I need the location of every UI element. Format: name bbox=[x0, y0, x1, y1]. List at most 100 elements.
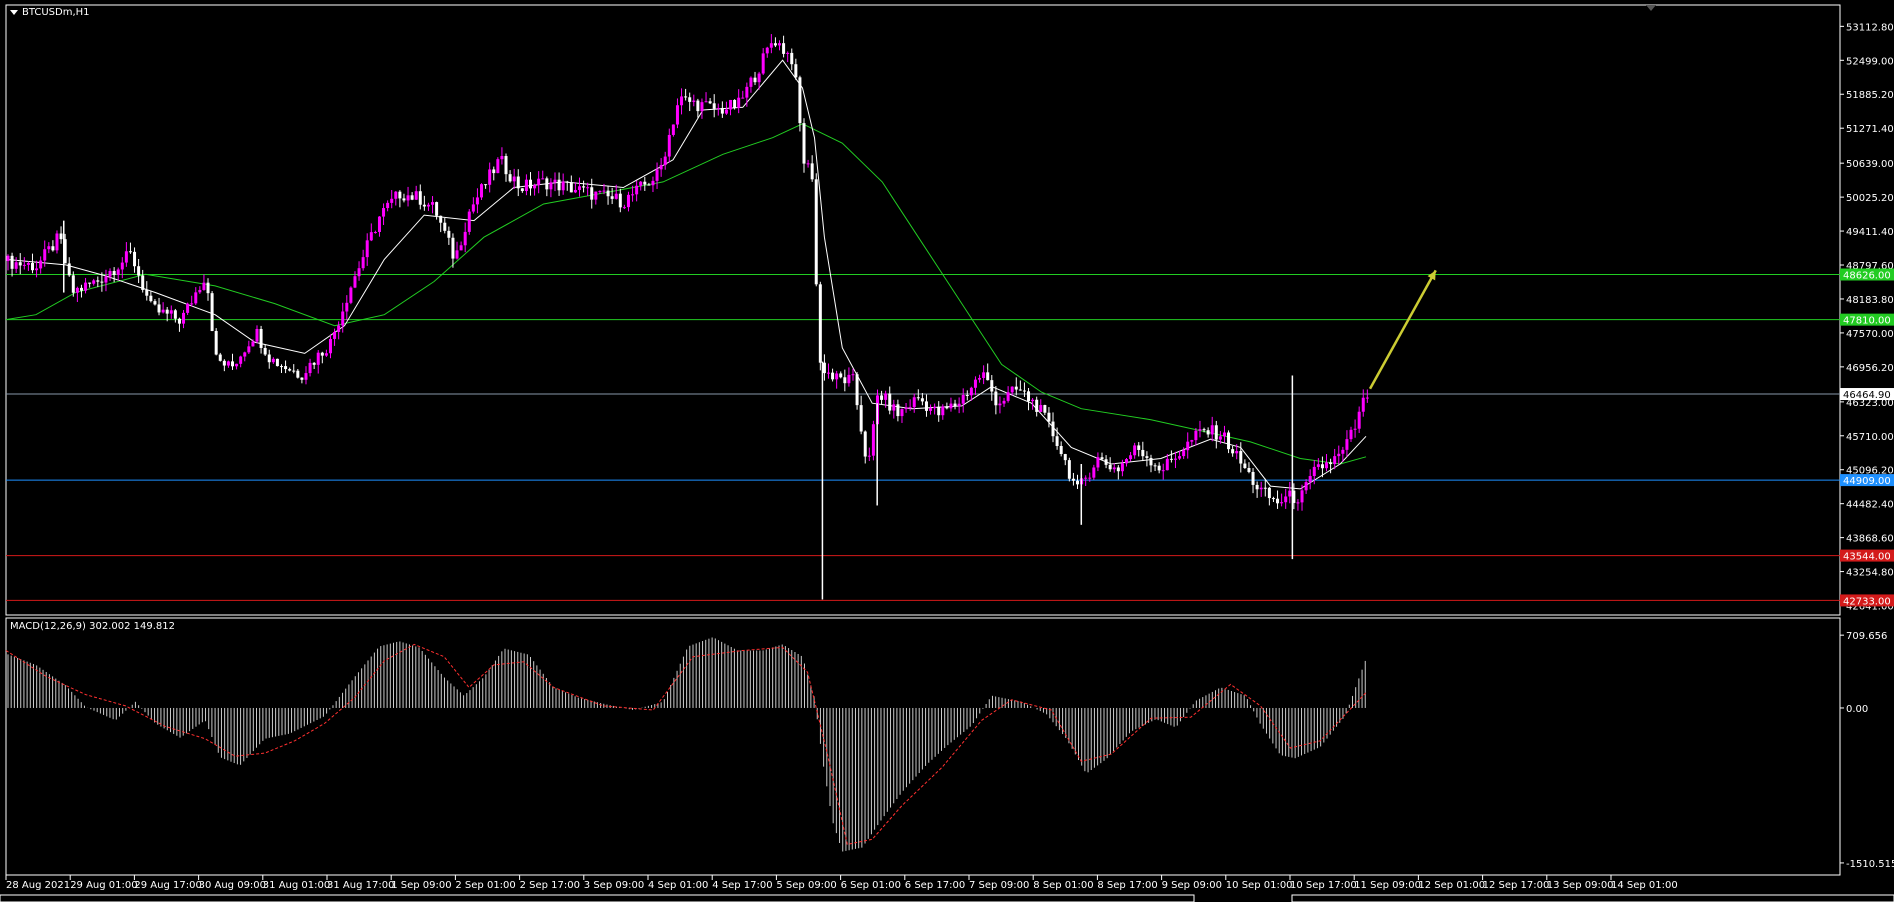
candle-body bbox=[508, 174, 512, 182]
candle-body bbox=[1010, 386, 1014, 393]
candle-body bbox=[275, 358, 279, 367]
candle-body bbox=[1071, 478, 1075, 481]
candle-body bbox=[398, 191, 402, 199]
candle-body bbox=[386, 202, 390, 209]
candle-body bbox=[463, 231, 467, 246]
candle-body bbox=[990, 380, 994, 392]
candle-body bbox=[496, 159, 500, 174]
candle-body bbox=[426, 204, 430, 207]
candle-body bbox=[247, 346, 251, 353]
candle-body bbox=[1022, 390, 1026, 392]
candle-body bbox=[1129, 455, 1133, 460]
candle-body bbox=[904, 407, 908, 410]
candle-body bbox=[569, 182, 573, 193]
candle-body bbox=[529, 179, 533, 189]
candle-body bbox=[161, 309, 165, 313]
candle-body bbox=[1288, 490, 1292, 497]
candle-body bbox=[1308, 476, 1312, 483]
candle-body bbox=[1227, 432, 1231, 450]
candle-body bbox=[406, 195, 410, 201]
candle-body bbox=[806, 163, 810, 165]
candle-body bbox=[512, 176, 516, 182]
candle-body bbox=[998, 403, 1002, 406]
candle-body bbox=[1055, 436, 1059, 446]
level-label: 48626.00 bbox=[1843, 271, 1891, 282]
time-tick-label: 10 Sep 01:00 bbox=[1226, 880, 1293, 891]
price-tick-label: 51885.20 bbox=[1846, 90, 1894, 101]
candle-body bbox=[749, 77, 753, 87]
candle-body bbox=[500, 156, 504, 160]
candle-body bbox=[667, 134, 671, 157]
price-tick-label: 48183.80 bbox=[1846, 295, 1894, 306]
time-tick-label: 4 Sep 17:00 bbox=[712, 880, 772, 891]
candle-body bbox=[692, 100, 696, 102]
price-panel[interactable]: BTCUSDm,H1 bbox=[5, 4, 1841, 616]
candle-body bbox=[365, 240, 369, 258]
candle-body bbox=[373, 232, 377, 234]
candle-body bbox=[716, 107, 720, 109]
candle-body bbox=[843, 377, 847, 384]
bottom-scroll-bar[interactable] bbox=[0, 894, 1894, 902]
tab-bar-left[interactable] bbox=[0, 894, 1195, 902]
candle-body bbox=[1141, 449, 1145, 457]
candle-body bbox=[484, 184, 488, 186]
candle-body bbox=[537, 178, 541, 186]
candle-body bbox=[1133, 445, 1137, 456]
time-tick-label: 2 Sep 01:00 bbox=[455, 880, 515, 891]
candle-body bbox=[1263, 487, 1267, 489]
candle-body bbox=[271, 358, 275, 363]
candle-body bbox=[263, 347, 267, 355]
trading-chart[interactable]: BTCUSDm,H1 53112.80 52499.00 51885.20 51271… bbox=[0, 0, 1894, 902]
candle-body bbox=[631, 194, 635, 196]
candle-body bbox=[1304, 482, 1308, 491]
candle-body bbox=[671, 124, 675, 135]
time-tick-label: 12 Sep 17:00 bbox=[1483, 880, 1550, 891]
candle-body bbox=[982, 372, 986, 378]
candle-body bbox=[259, 328, 263, 348]
time-tick-label: 8 Sep 01:00 bbox=[1033, 880, 1093, 891]
candle-body bbox=[1173, 458, 1177, 460]
candle-body bbox=[884, 393, 888, 400]
candle-body bbox=[524, 179, 528, 192]
tab-bar-right[interactable] bbox=[1291, 894, 1894, 902]
candle-body bbox=[822, 362, 826, 374]
candle-body bbox=[51, 246, 55, 251]
candle-body bbox=[659, 165, 663, 170]
candle-body bbox=[1116, 467, 1120, 472]
candle-body bbox=[100, 281, 104, 283]
candle-body bbox=[1243, 463, 1247, 469]
candle-body bbox=[647, 184, 651, 186]
candle-body bbox=[435, 202, 439, 216]
candle-body bbox=[594, 191, 598, 200]
candle-body bbox=[737, 97, 741, 108]
candle-body bbox=[663, 156, 667, 166]
candle-body bbox=[1296, 502, 1300, 504]
candle-body bbox=[153, 301, 157, 305]
candle-body bbox=[973, 379, 977, 388]
candle-body bbox=[349, 287, 353, 303]
candle-body bbox=[953, 403, 957, 407]
candle-body bbox=[896, 404, 900, 417]
candle-body bbox=[610, 196, 614, 199]
candle-body bbox=[235, 363, 239, 367]
candle-body bbox=[194, 292, 198, 304]
candle-body bbox=[1124, 459, 1128, 464]
candle-body bbox=[957, 403, 961, 407]
time-tick-label: 8 Sep 17:00 bbox=[1097, 880, 1157, 891]
candle-body bbox=[802, 123, 806, 164]
candle-body bbox=[1043, 405, 1047, 413]
candle-body bbox=[916, 397, 920, 399]
candle-body bbox=[912, 397, 916, 408]
candle-body bbox=[1178, 456, 1182, 459]
candle-body bbox=[1190, 440, 1194, 442]
candle-body bbox=[1251, 471, 1255, 485]
time-axis: 28 Aug 2021 29 Aug 01:0029 Aug 17:0030 Au… bbox=[5, 875, 1678, 891]
candle-body bbox=[933, 406, 937, 409]
price-tick-label: 43868.60 bbox=[1846, 534, 1894, 545]
candle-body bbox=[67, 263, 71, 276]
candle-body bbox=[226, 361, 230, 366]
candle-body bbox=[1271, 498, 1275, 500]
macd-panel[interactable]: MACD(12,26,9) 302.002 149.812 bbox=[5, 617, 1841, 876]
candle-body bbox=[341, 311, 345, 326]
level-label: 46464.90 bbox=[1843, 390, 1891, 401]
